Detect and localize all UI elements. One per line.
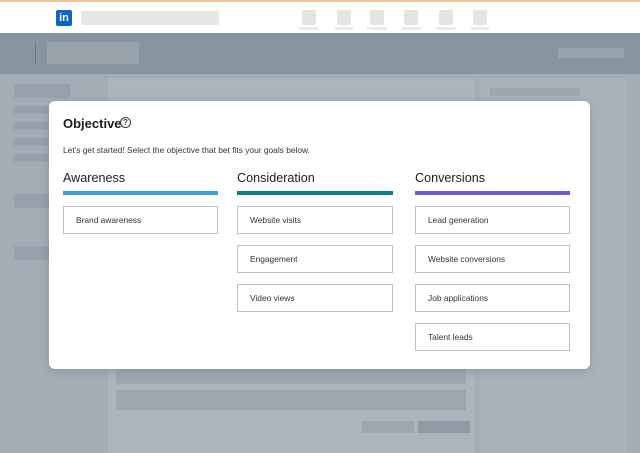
column-consideration: Consideration Website visits Engagement … — [237, 171, 393, 312]
column-title: Conversions — [415, 171, 485, 185]
column-title: Awareness — [63, 171, 126, 185]
nav-icon[interactable] — [367, 10, 387, 30]
linkedin-logo-icon[interactable]: in — [56, 10, 72, 26]
top-nav-bar: in — [0, 0, 640, 33]
option-brand-awareness[interactable]: Brand awareness — [63, 206, 218, 234]
nav-icon[interactable] — [299, 10, 319, 30]
modal-intro-text: Let's get started! Select the objective … — [63, 145, 310, 155]
objective-modal: Objective ? Let's get started! Select th… — [49, 101, 590, 369]
option-lead-generation[interactable]: Lead generation — [415, 206, 570, 234]
nav-icon[interactable] — [470, 10, 490, 30]
column-conversions: Conversions Lead generation Website conv… — [415, 171, 570, 351]
option-job-applications[interactable]: Job applications — [415, 284, 570, 312]
column-color-bar — [237, 191, 393, 195]
option-website-conversions[interactable]: Website conversions — [415, 245, 570, 273]
option-website-visits[interactable]: Website visits — [237, 206, 393, 234]
nav-icon[interactable] — [334, 10, 354, 30]
option-talent-leads[interactable]: Talent leads — [415, 323, 570, 351]
modal-title: Objective — [63, 116, 122, 131]
option-engagement[interactable]: Engagement — [237, 245, 393, 273]
nav-icon[interactable] — [436, 10, 456, 30]
help-icon[interactable]: ? — [120, 117, 131, 128]
column-title: Consideration — [237, 171, 315, 185]
column-color-bar — [415, 191, 570, 195]
option-video-views[interactable]: Video views — [237, 284, 393, 312]
search-input-placeholder[interactable] — [81, 11, 219, 25]
column-awareness: Awareness Brand awareness — [63, 171, 218, 234]
column-color-bar — [63, 191, 218, 195]
nav-icon[interactable] — [401, 10, 421, 30]
